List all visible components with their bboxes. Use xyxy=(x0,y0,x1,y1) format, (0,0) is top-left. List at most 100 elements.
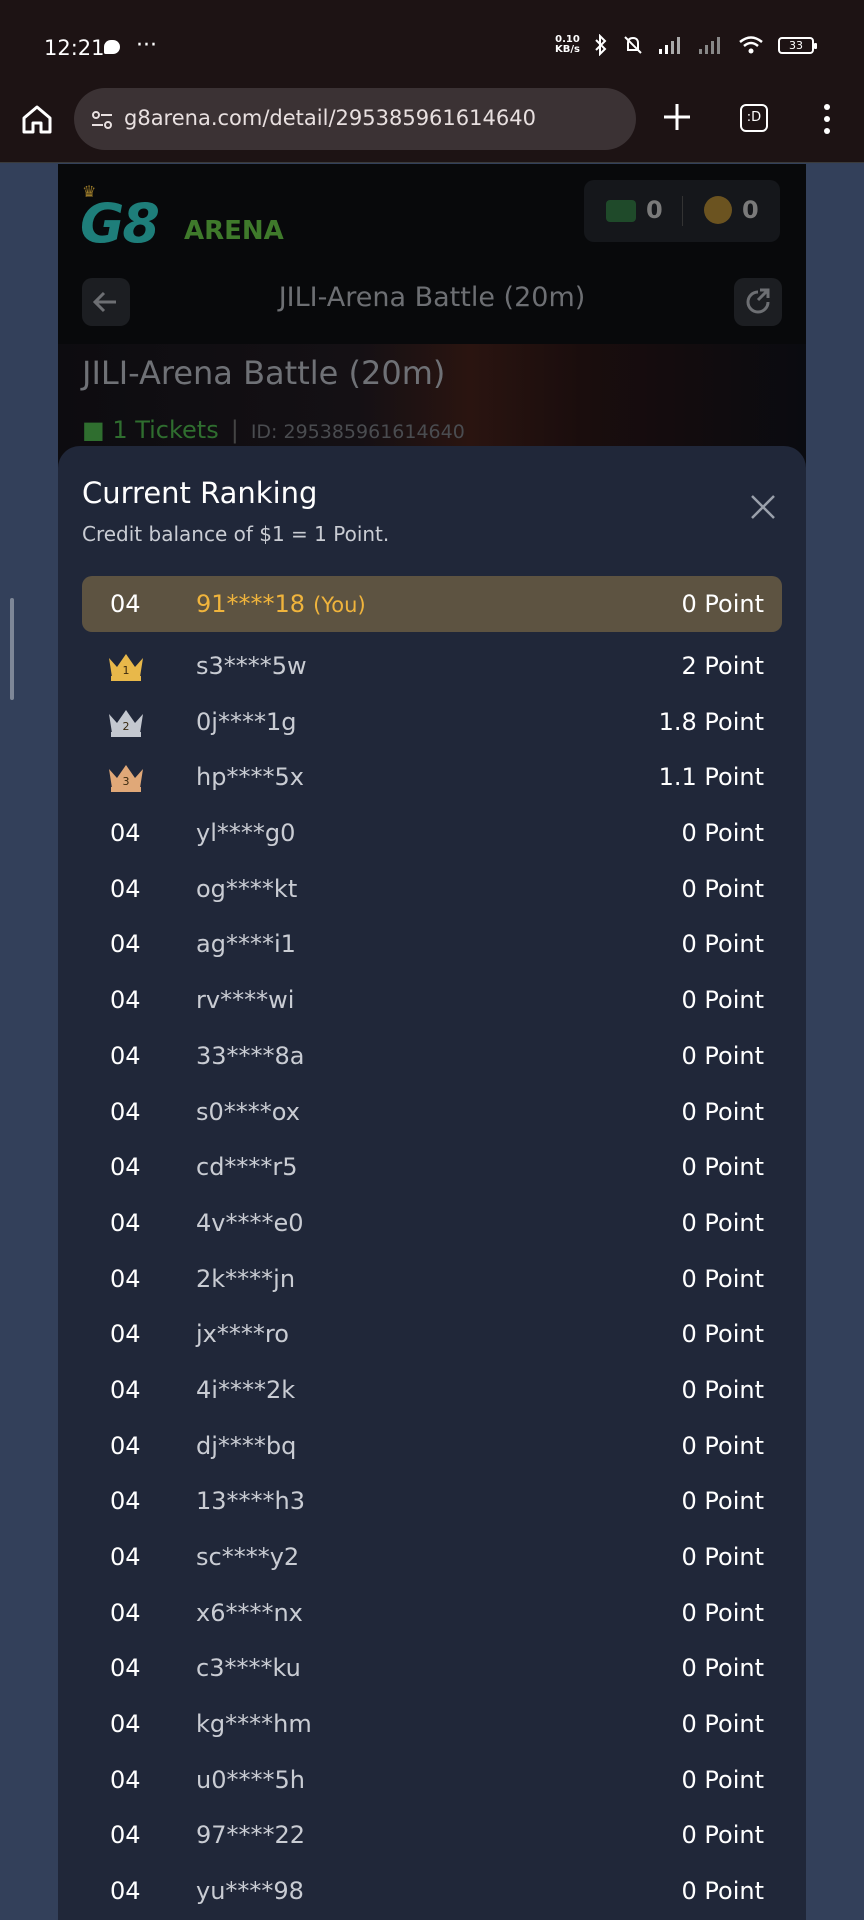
rank-number: 04 xyxy=(110,1041,141,1070)
banner-title: JILI-Arena Battle (20m) xyxy=(82,354,446,392)
divider: | xyxy=(230,416,239,444)
username: sc****y2 xyxy=(196,1543,300,1571)
username: 33****8a xyxy=(196,1041,305,1070)
points: 0 Point xyxy=(681,819,765,848)
crown-rank-number: 1 xyxy=(123,664,130,677)
points: 0 Point xyxy=(681,986,765,1015)
ranking-row: 04 yl****g0 0 Point xyxy=(82,805,782,861)
points: 0 Point xyxy=(681,1543,765,1571)
browser-toolbar: g8arena.com/detail/295385961614640 :D xyxy=(0,80,864,163)
username: cd****r5 xyxy=(196,1153,298,1182)
sheet-title: Current Ranking xyxy=(82,476,318,510)
rank-number: 04 xyxy=(110,1320,141,1349)
username: rv****wi xyxy=(196,986,295,1015)
network-speed: 0.10 KB/s xyxy=(555,34,580,55)
ranking-row: 04 4i****2k 0 Point xyxy=(82,1362,782,1418)
points: 0 Point xyxy=(681,1821,765,1850)
new-tab-icon[interactable] xyxy=(660,100,694,134)
crown-silver-icon: 2 xyxy=(109,709,143,737)
ranking-row: 04 4v****e0 0 Point xyxy=(82,1195,782,1251)
share-button[interactable] xyxy=(734,278,782,326)
points: 0 Point xyxy=(681,1097,765,1126)
ranking-row: 04 jx****ro 0 Point xyxy=(82,1306,782,1362)
rank-number: 04 xyxy=(110,1375,141,1404)
signal-2-icon xyxy=(699,37,720,54)
rank-number: 04 xyxy=(110,1710,141,1739)
close-icon[interactable] xyxy=(750,494,776,520)
points: 0 Point xyxy=(681,930,765,959)
bluetooth-icon xyxy=(595,34,607,56)
ranking-row: 04 33****8a 0 Point xyxy=(82,1028,782,1084)
points: 0 Point xyxy=(681,1654,765,1683)
status-bar: 12:21 ··· 0.10 KB/s 33 xyxy=(0,0,864,80)
rank-number: 04 xyxy=(110,590,141,618)
scroll-indicator xyxy=(10,598,14,700)
site-settings-icon[interactable] xyxy=(88,106,116,134)
ranking-row: 04 yu****98 0 Point xyxy=(82,1863,782,1919)
battle-id: ID: 295385961614640 xyxy=(250,421,465,443)
rank-number: 04 xyxy=(110,1765,141,1794)
username: ag****i1 xyxy=(196,930,296,959)
ticket-icon: ■ xyxy=(82,416,113,444)
ranking-row: 3 hp****5x 1.1 Point xyxy=(82,749,782,805)
coins-count: 0 xyxy=(742,196,759,224)
username: c3****ku xyxy=(196,1654,301,1683)
username: kg****hm xyxy=(196,1710,312,1739)
rank-number: 04 xyxy=(110,1153,141,1182)
ranking-row: 2 0j****1g 1.8 Point xyxy=(82,694,782,750)
sheet-subtitle: Credit balance of $1 = 1 Point. xyxy=(82,522,390,546)
ranking-row: 04 rv****wi 0 Point xyxy=(82,972,782,1028)
banner-tickets: ■ 1 Tickets | ID: 295385961614640 xyxy=(82,416,465,444)
you-tag: (You) xyxy=(313,593,366,617)
username: 97****22 xyxy=(196,1821,306,1850)
crown-bronze-icon: 3 xyxy=(109,765,143,793)
tickets-count: 0 xyxy=(646,196,663,224)
username: jx****ro xyxy=(196,1320,289,1349)
tab-switcher-button[interactable]: :D xyxy=(740,104,768,132)
ranking-row: 04 x6****nx 0 Point xyxy=(82,1585,782,1641)
username: 4v****e0 xyxy=(196,1208,304,1237)
points: 0 Point xyxy=(681,1041,765,1070)
username: dj****bq xyxy=(196,1431,297,1460)
ranking-row: 04 s0****ox 0 Point xyxy=(82,1084,782,1140)
menu-icon[interactable] xyxy=(822,102,832,136)
username: x6****nx xyxy=(196,1598,303,1627)
username: og****kt xyxy=(196,874,298,903)
username: yl****g0 xyxy=(196,819,296,848)
rank-number: 04 xyxy=(110,819,141,848)
points: 0 Point xyxy=(681,1208,765,1237)
points: 0 Point xyxy=(681,1320,765,1349)
ranking-row: 1 s3****5w 2 Point xyxy=(82,638,782,694)
coin-icon xyxy=(704,196,732,224)
divider xyxy=(682,196,683,226)
chat-notification-icon xyxy=(104,40,120,54)
rank-number: 04 xyxy=(110,1821,141,1850)
username: hp****5x xyxy=(196,763,304,792)
username: 4i****2k xyxy=(196,1375,296,1404)
ranking-row: 04 ag****i1 0 Point xyxy=(82,916,782,972)
rank-number: 04 xyxy=(110,930,141,959)
address-bar[interactable]: g8arena.com/detail/295385961614640 xyxy=(74,88,636,150)
wifi-icon xyxy=(739,36,763,54)
wallet-balance[interactable]: 0 0 xyxy=(584,180,780,242)
points: 0 Point xyxy=(681,1710,765,1739)
username: 91****18 (You) xyxy=(196,590,366,618)
home-icon[interactable] xyxy=(20,102,54,136)
signal-icon xyxy=(659,37,680,54)
share-icon xyxy=(746,288,770,314)
rank-number: 04 xyxy=(110,1487,141,1516)
url-text[interactable]: g8arena.com/detail/295385961614640 xyxy=(124,106,536,130)
ranking-row: 04 97****22 0 Point xyxy=(82,1807,782,1863)
rank-number: 04 xyxy=(110,986,141,1015)
ranking-row: 04 dj****bq 0 Point xyxy=(82,1418,782,1474)
points: 0 Point xyxy=(681,1765,765,1794)
my-ranking-row: 04 91****18 (You) 0 Point xyxy=(82,576,782,632)
status-time: 12:21 xyxy=(44,36,105,60)
rank-number: 04 xyxy=(110,1598,141,1627)
username: s3****5w xyxy=(196,652,307,680)
points: 0 Point xyxy=(681,1431,765,1460)
page-header: ♛ G8 ARENA 0 0 JILI-Arena Battle (20m) xyxy=(58,164,806,344)
status-icons: 0.10 KB/s 33 xyxy=(555,34,817,56)
username: s0****ox xyxy=(196,1097,300,1126)
rank-number: 04 xyxy=(110,1431,141,1460)
